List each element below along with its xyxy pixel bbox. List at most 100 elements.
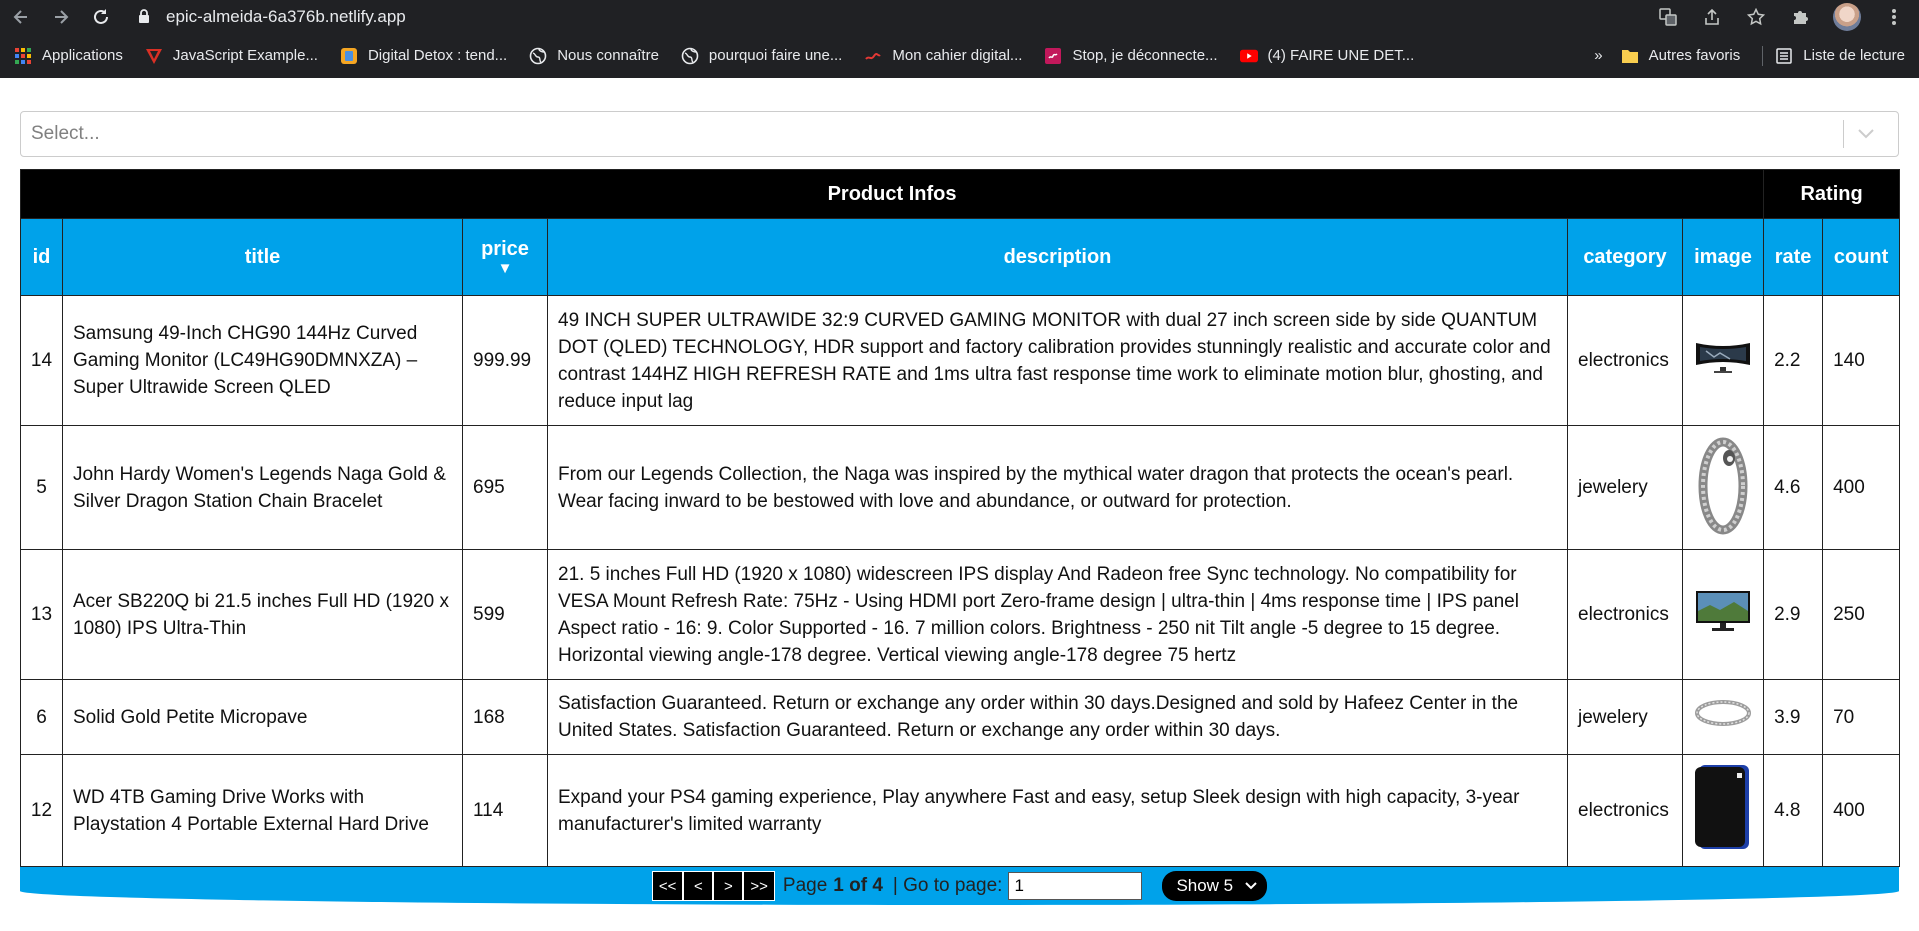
address-bar-row: epic-almeida-6a376b.netlify.app [0, 0, 1919, 33]
bookmark-applications[interactable]: Applications [14, 47, 123, 65]
other-favorites-folder[interactable]: Autres favoris [1621, 47, 1740, 65]
cell-category: electronics [1567, 295, 1683, 426]
cell-description: From our Legends Collection, the Naga wa… [547, 425, 1568, 550]
bookmark-stop-deconnecte[interactable]: Stop, je déconnecte... [1044, 47, 1218, 65]
url-field[interactable]: epic-almeida-6a376b.netlify.app [128, 3, 1657, 31]
cell-image [1681, 549, 1765, 680]
cell-description: Satisfaction Guaranteed. Return or excha… [547, 679, 1568, 755]
url-text: epic-almeida-6a376b.netlify.app [166, 6, 406, 26]
cell-category: electronics [1567, 549, 1683, 680]
cell-count: 70 [1822, 679, 1901, 755]
bookmark-label: Nous connaître [557, 47, 659, 64]
group-header-rating: Rating [1763, 169, 1901, 219]
reading-list-button[interactable]: Liste de lecture [1775, 47, 1905, 65]
bookmark-mon-cahier[interactable]: Mon cahier digital... [864, 47, 1022, 65]
cell-category: jewelery [1567, 679, 1683, 755]
column-header-category[interactable]: category [1567, 218, 1683, 296]
column-header-id[interactable]: id [20, 218, 63, 296]
cell-id: 14 [20, 295, 63, 426]
prev-page-button[interactable]: < [683, 871, 714, 901]
cell-image [1681, 754, 1765, 867]
table-row: 14 Samsung 49-Inch CHG90 144Hz Curved Ga… [20, 295, 1901, 426]
goto-label: | Go to page: [892, 875, 1003, 896]
cell-title: John Hardy Women's Legends Naga Gold & S… [62, 425, 463, 550]
reload-icon[interactable] [88, 4, 114, 30]
cell-count: 140 [1822, 295, 1901, 426]
column-header-rate[interactable]: rate [1763, 218, 1824, 296]
first-page-button[interactable]: << [651, 871, 684, 901]
back-icon[interactable] [8, 4, 34, 30]
page-status: 1 of 4 [833, 875, 883, 896]
acer-monitor-image [1696, 590, 1751, 631]
column-header-count[interactable]: count [1822, 218, 1901, 296]
table-row: 12 WD 4TB Gaming Drive Works with Playst… [20, 754, 1901, 867]
next-page-button[interactable]: > [713, 871, 744, 901]
cell-category: jewelery [1567, 425, 1683, 550]
cell-image [1681, 425, 1765, 550]
cell-id: 13 [20, 549, 63, 680]
cell-rate: 4.8 [1763, 754, 1824, 867]
sort-descending-icon: ▼ [497, 259, 513, 277]
notebook-icon [864, 47, 882, 65]
profile-avatar[interactable] [1833, 2, 1861, 31]
bookmark-label: Applications [42, 47, 123, 64]
table-row: 13 Acer SB220Q bi 21.5 inches Full HD (1… [20, 549, 1901, 680]
cell-rate: 4.6 [1763, 425, 1824, 550]
cell-category: electronics [1567, 754, 1683, 867]
browser-menu-icon[interactable] [1883, 6, 1905, 28]
translate-icon[interactable] [1657, 6, 1679, 28]
bookmark-faire-une-det[interactable]: (4) FAIRE UNE DET... [1239, 47, 1415, 65]
cell-title: Samsung 49-Inch CHG90 144Hz Curved Gamin… [62, 295, 463, 426]
cell-price: 114 [462, 754, 548, 867]
column-header-row: id title price ▼ description category im… [20, 218, 1901, 296]
cell-price: 168 [462, 679, 548, 755]
bookmark-pourquoi-faire[interactable]: pourquoi faire une... [681, 47, 842, 65]
column-header-image[interactable]: image [1681, 218, 1765, 296]
cell-rate: 3.9 [1763, 679, 1824, 755]
bookmark-nous-connaitre[interactable]: Nous connaître [529, 47, 659, 65]
group-header-product-infos: Product Infos [19, 169, 1765, 219]
cell-description: 21. 5 inches Full HD (1920 x 1080) wides… [547, 549, 1568, 680]
cell-description: Expand your PS4 gaming experience, Play … [547, 754, 1568, 867]
cell-image [1681, 679, 1765, 755]
page-size-value: Show 5 [1176, 876, 1234, 895]
last-page-button[interactable]: >> [743, 871, 775, 901]
bookmark-label: Liste de lecture [1803, 47, 1905, 64]
cell-count: 250 [1822, 549, 1901, 680]
youtube-icon [1239, 47, 1258, 65]
page-size-select[interactable]: Show 5 [1162, 871, 1268, 901]
cell-image [1681, 295, 1765, 426]
product-select[interactable]: Select... [20, 111, 1899, 157]
select-placeholder: Select... [31, 123, 100, 144]
column-header-title[interactable]: title [62, 218, 463, 296]
lock-icon [138, 8, 152, 25]
bookmarks-overflow-button[interactable]: » [1594, 47, 1602, 64]
forward-icon[interactable] [48, 4, 74, 30]
table-row: 5 John Hardy Women's Legends Naga Gold &… [20, 425, 1901, 550]
cell-id: 5 [20, 425, 63, 550]
digital-detox-icon [340, 47, 358, 65]
table-row: 6 Solid Gold Petite Micropave 168 Satisf… [20, 679, 1901, 755]
external-hard-drive-image [1695, 764, 1750, 849]
bookmark-label: Stop, je déconnecte... [1072, 47, 1218, 64]
bookmark-label: JavaScript Example... [172, 47, 318, 64]
bookmark-star-icon[interactable] [1745, 6, 1767, 28]
chevron-down-icon[interactable] [1844, 129, 1888, 139]
column-header-description[interactable]: description [547, 218, 1568, 296]
goto-page-input[interactable] [1008, 872, 1143, 900]
micropave-ring-image [1695, 700, 1752, 726]
bookmark-javascript-examples[interactable]: JavaScript Example... [145, 47, 318, 65]
bookmark-label: (4) FAIRE UNE DET... [1267, 47, 1415, 64]
bookmark-digital-detox[interactable]: Digital Detox : tend... [340, 47, 507, 65]
pagination-buttons: << < > >> [651, 871, 775, 901]
cell-id: 6 [20, 679, 63, 755]
bookmark-label: Mon cahier digital... [892, 47, 1023, 64]
cell-count: 400 [1822, 425, 1901, 550]
column-header-price[interactable]: price ▼ [462, 218, 548, 296]
bookmarks-bar: Applications JavaScript Example... Digit… [0, 33, 1919, 78]
share-icon[interactable] [1701, 6, 1723, 28]
extensions-puzzle-icon[interactable] [1789, 6, 1811, 28]
browser-chrome: epic-almeida-6a376b.netlify.app Applicat… [0, 0, 1919, 78]
column-header-price-label: price [481, 237, 529, 260]
bookmarks-divider [1762, 45, 1764, 66]
